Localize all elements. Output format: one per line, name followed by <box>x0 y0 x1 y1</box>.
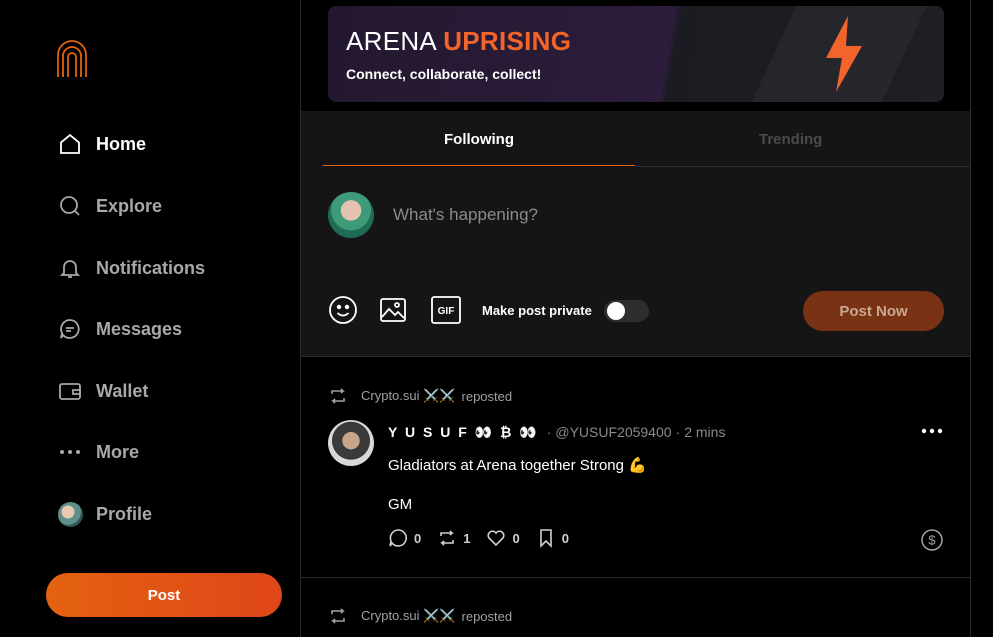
bookmark-count: 0 <box>561 530 569 546</box>
profile-avatar <box>57 501 83 527</box>
private-toggle[interactable] <box>604 300 649 322</box>
emoji-icon[interactable] <box>327 294 359 326</box>
repost-icon <box>331 608 345 624</box>
sidebar-item-label: Messages <box>96 318 183 339</box>
post-handle[interactable]: @YUSUF2059400 <box>555 424 671 440</box>
sidebar: Home Explore Notifications Messages Wall… <box>0 0 300 637</box>
banner-title-accent: UPRISING <box>443 26 572 56</box>
arena-logo-icon[interactable] <box>56 39 88 79</box>
tab-divider <box>635 166 970 167</box>
sidebar-item-profile[interactable]: Profile <box>57 499 152 529</box>
sidebar-item-label: Profile <box>96 503 153 524</box>
composer-panel: Following Trending GIF Make post private… <box>301 111 970 357</box>
comment-icon <box>389 529 407 547</box>
repost-indicator: Crypto.sui ⚔️⚔️ reposted <box>328 386 512 406</box>
make-private-label: Make post private <box>482 303 592 318</box>
active-tab-indicator <box>323 165 635 166</box>
repost-count: 1 <box>463 530 471 546</box>
lightning-bolt-icon <box>826 16 862 92</box>
bookmark-icon <box>539 529 552 548</box>
reposted-label: reposted <box>461 608 513 624</box>
main-feed: ARENA UPRISING Connect, collaborate, col… <box>300 0 971 637</box>
comment-button[interactable]: 0 <box>388 528 421 548</box>
sidebar-item-label: Notifications <box>96 257 206 278</box>
repost-icon <box>331 388 345 404</box>
sidebar-item-messages[interactable]: Messages <box>57 314 182 344</box>
post-text-line: GM <box>388 496 413 513</box>
tip-dollar-icon[interactable]: $ <box>920 528 944 552</box>
sidebar-item-label: Wallet <box>96 380 149 401</box>
feed-post[interactable]: Crypto.sui ⚔️⚔️ reposted Y U S U F 👀 ₿ 👀… <box>301 358 970 578</box>
more-dots-icon <box>57 439 83 465</box>
sidebar-item-home[interactable]: Home <box>57 129 146 159</box>
search-icon <box>57 193 83 219</box>
like-button[interactable]: 0 <box>486 528 520 548</box>
post-header: Y U S U F 👀 ₿ 👀 · @YUSUF2059400 · 2 mins <box>388 424 725 441</box>
sidebar-item-notifications[interactable]: Notifications <box>57 253 205 283</box>
message-icon <box>57 316 83 342</box>
svg-text:$: $ <box>928 533 936 548</box>
post-author-name[interactable]: Y U S U F 👀 ₿ 👀 <box>388 424 539 441</box>
post-actions: 0 1 0 0 <box>388 528 585 548</box>
tab-trending[interactable]: Trending <box>759 131 822 148</box>
sidebar-item-explore[interactable]: Explore <box>57 191 162 221</box>
sidebar-item-more[interactable]: More <box>57 437 139 467</box>
reposter-name[interactable]: Crypto.sui ⚔️⚔️ <box>361 608 456 624</box>
banner-title-main: ARENA <box>346 26 436 56</box>
repost-icon <box>440 530 455 546</box>
reposter-name[interactable]: Crypto.sui ⚔️⚔️ <box>361 388 456 404</box>
banner-title: ARENA UPRISING <box>346 26 571 57</box>
sidebar-item-wallet[interactable]: Wallet <box>57 376 148 406</box>
reposted-label: reposted <box>461 388 513 404</box>
post-author-avatar[interactable] <box>328 420 374 466</box>
post-compose-input[interactable] <box>393 205 793 225</box>
tab-following[interactable]: Following <box>444 131 514 148</box>
repost-indicator-next: Crypto.sui ⚔️⚔️ reposted <box>328 606 512 626</box>
post-now-button[interactable]: Post Now <box>803 291 944 331</box>
post-text-line: Gladiators at Arena together Strong 💪 <box>388 457 647 474</box>
heart-icon <box>487 530 506 547</box>
toggle-knob <box>607 302 625 320</box>
post-separator: · <box>546 424 552 440</box>
post-separator-2: · <box>675 424 681 440</box>
svg-text:GIF: GIF <box>438 306 455 317</box>
post-button[interactable]: Post <box>46 573 282 617</box>
comment-count: 0 <box>414 530 422 546</box>
like-count: 0 <box>512 530 520 546</box>
right-gutter <box>971 0 993 637</box>
bell-icon <box>57 255 83 281</box>
repost-button[interactable]: 1 <box>437 528 470 548</box>
bookmark-button[interactable]: 0 <box>536 528 569 548</box>
more-options-icon[interactable] <box>920 422 944 440</box>
home-icon <box>57 131 83 157</box>
post-time: 2 mins <box>684 424 726 440</box>
composer-avatar <box>328 192 374 238</box>
wallet-icon <box>57 378 83 404</box>
image-icon[interactable] <box>377 294 409 326</box>
sidebar-item-label: Home <box>96 133 147 154</box>
sidebar-item-label: Explore <box>96 195 163 216</box>
gif-icon[interactable]: GIF <box>430 294 462 326</box>
sidebar-item-label: More <box>96 441 140 462</box>
banner-subtitle: Connect, collaborate, collect! <box>346 66 542 82</box>
arena-uprising-banner[interactable]: ARENA UPRISING Connect, collaborate, col… <box>328 6 944 102</box>
